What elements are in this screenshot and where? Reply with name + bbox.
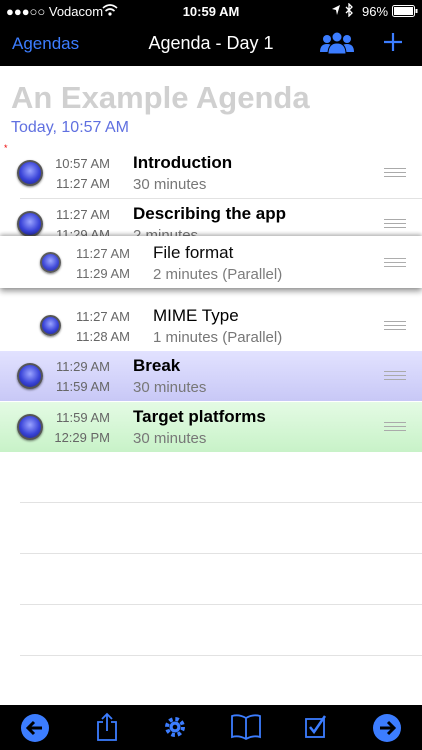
end-time: 11:29 AM	[56, 227, 110, 236]
status-bullet-icon[interactable]	[17, 414, 43, 440]
end-time: 12:29 PM	[54, 430, 110, 445]
list-item[interactable]: 11:29 AM 11:59 AM Break 30 minutes	[0, 351, 422, 401]
status-bullet-icon[interactable]	[40, 315, 61, 336]
plus-icon[interactable]	[382, 31, 404, 58]
drag-handle-icon[interactable]	[384, 321, 406, 330]
item-duration: 1 minutes (Parallel)	[153, 329, 283, 346]
drag-handle-icon[interactable]	[384, 168, 406, 177]
forward-arrow-icon[interactable]	[372, 713, 402, 748]
agenda-title: An Example Agenda	[11, 80, 310, 115]
end-time: 11:29 AM	[76, 266, 130, 281]
item-duration: 30 minutes	[133, 430, 207, 447]
item-title: Describing the app	[133, 204, 287, 223]
bluetooth-icon	[345, 2, 354, 20]
row-separator	[20, 502, 422, 503]
page-title: Agenda - Day 1	[148, 33, 274, 53]
item-duration: 30 minutes	[133, 176, 207, 193]
item-title: Introduction	[133, 153, 233, 172]
item-title: File format	[153, 243, 234, 262]
battery-icon	[392, 5, 418, 20]
start-time: 10:57 AM	[55, 156, 110, 171]
item-duration: 30 minutes	[133, 379, 207, 396]
item-title: Target platforms	[133, 407, 266, 426]
drag-handle-icon[interactable]	[384, 219, 406, 228]
item-title: Break	[133, 356, 181, 375]
list-item[interactable]: 10:57 AM 11:27 AM Introduction 30 minute…	[0, 148, 422, 198]
start-time: 11:27 AM	[56, 207, 110, 222]
status-bullet-icon[interactable]	[17, 160, 43, 186]
list-item[interactable]: 11:27 AM 11:29 AM File format 2 minutes …	[0, 236, 422, 288]
drag-handle-icon[interactable]	[384, 371, 406, 380]
end-time: 11:27 AM	[56, 176, 110, 191]
dragged-list-item[interactable]: 11:27 AM 11:29 AM File format 2 minutes …	[0, 236, 422, 288]
start-time: 11:29 AM	[56, 359, 110, 374]
status-bar: ●●●○○ Vodacom 10:59 AM 96%	[0, 0, 422, 22]
status-bullet-icon[interactable]	[17, 363, 43, 389]
navigation-bar: Agendas Agenda - Day 1	[0, 22, 422, 66]
book-icon[interactable]	[230, 713, 262, 746]
end-time: 11:28 AM	[76, 329, 130, 344]
status-bullet-icon[interactable]	[17, 211, 43, 236]
item-duration: 2 minutes	[133, 227, 199, 236]
row-separator	[20, 655, 422, 656]
item-title: MIME Type	[153, 306, 239, 325]
start-time: 11:59 AM	[56, 410, 110, 425]
location-arrow-icon	[331, 4, 341, 19]
checklist-icon[interactable]	[303, 713, 329, 746]
item-duration: 2 minutes (Parallel)	[153, 266, 283, 283]
back-arrow-icon[interactable]	[20, 713, 50, 748]
list-item[interactable]: 11:27 AM 11:29 AM Describing the app 2 m…	[0, 199, 422, 236]
row-separator	[20, 604, 422, 605]
drag-handle-icon[interactable]	[384, 422, 406, 431]
end-time: 11:59 AM	[56, 379, 110, 394]
gear-icon[interactable]	[162, 713, 188, 746]
list-item[interactable]: 11:59 AM 12:29 PM Target platforms 30 mi…	[0, 402, 422, 452]
bottom-toolbar	[0, 705, 422, 750]
people-icon[interactable]	[319, 31, 355, 60]
status-bullet-icon[interactable]	[40, 252, 61, 273]
list-item[interactable]: 11:27 AM 11:28 AM MIME Type 1 minutes (P…	[0, 301, 422, 351]
battery-label: 96%	[362, 4, 389, 19]
agenda-date: Today, 10:57 AM	[11, 119, 129, 136]
share-icon[interactable]	[96, 712, 118, 747]
start-time: 11:27 AM	[76, 309, 130, 324]
start-time: 11:27 AM	[76, 246, 130, 261]
drag-handle-icon[interactable]	[384, 258, 406, 267]
row-separator	[20, 553, 422, 554]
status-time: 10:59 AM	[182, 4, 240, 19]
